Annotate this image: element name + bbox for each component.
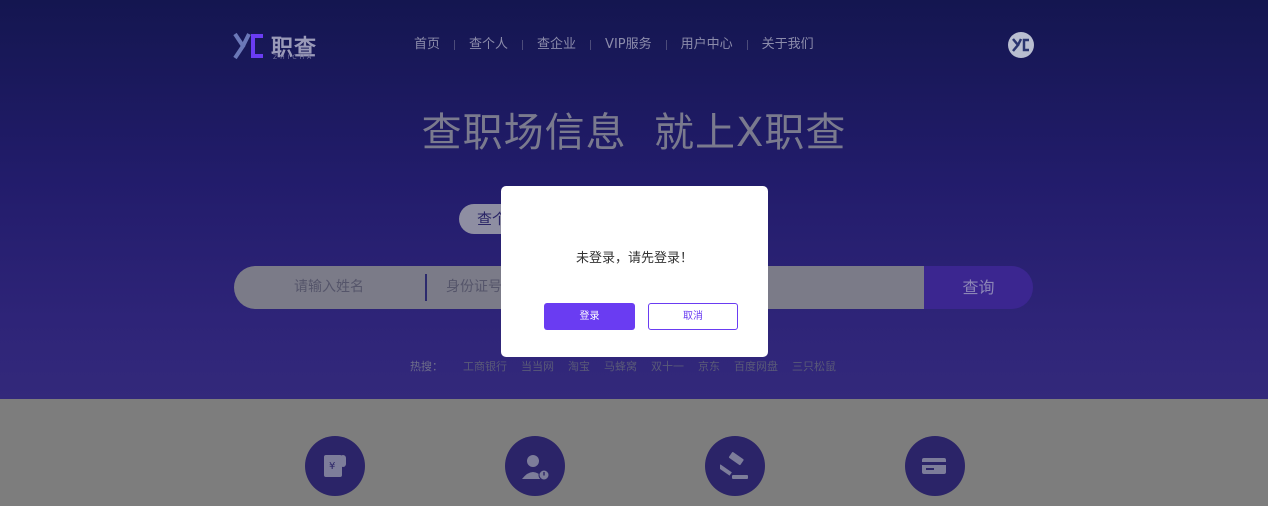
login-required-dialog: 未登录，请先登录！ 登录 取消 [501,186,768,357]
cancel-button[interactable]: 取消 [648,303,738,330]
dialog-message: 未登录，请先登录！ [575,251,693,266]
login-button[interactable]: 登录 [544,303,635,330]
